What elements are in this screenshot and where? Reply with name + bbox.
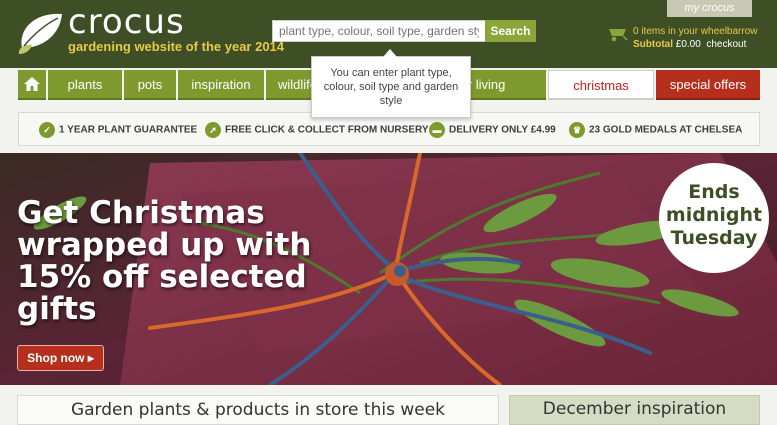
cart-items-count: 0 items in your wheelbarrow	[633, 26, 758, 37]
shop-now-button[interactable]: Shop now ▸	[17, 345, 104, 371]
wheelbarrow-cart[interactable]: 0 items in your wheelbarrow Subtotal £0.…	[604, 24, 764, 54]
december-inspiration-heading[interactable]: December inspiration	[509, 395, 760, 425]
subtotal-value: £0.00	[675, 39, 701, 50]
leaf-logo-icon	[18, 13, 62, 54]
usp-delivery[interactable]: ▬ DELIVERY ONLY £4.99	[429, 122, 556, 138]
tooltip-arrow	[383, 49, 397, 57]
search-button[interactable]: Search	[485, 20, 536, 42]
home-icon	[24, 77, 40, 91]
in-store-heading[interactable]: Garden plants & products in store this w…	[17, 395, 499, 425]
usp-guarantee[interactable]: ✓ 1 YEAR PLANT GUARANTEE	[39, 122, 197, 138]
nav-pots[interactable]: pots	[124, 70, 176, 100]
logo-wordmark: crocus	[68, 2, 185, 42]
site-logo[interactable]: crocus gardening website of the year 201…	[16, 2, 284, 62]
usp-click-collect[interactable]: ➚ FREE CLICK & COLLECT FROM NURSERY	[205, 122, 429, 138]
search-input[interactable]	[272, 20, 486, 42]
nav-christmas[interactable]: christmas	[548, 70, 654, 100]
nav-home[interactable]	[18, 70, 46, 100]
cursor-icon: ➚	[205, 122, 221, 138]
subtotal-label: Subtotal	[633, 39, 673, 50]
wheelbarrow-icon	[605, 29, 628, 42]
trophy-icon: ♛	[569, 122, 585, 138]
search-tooltip: You can enter plant type, colour, soil t…	[311, 56, 471, 118]
tick-icon: ✓	[39, 122, 55, 138]
search-bar: Search	[272, 20, 536, 42]
van-icon: ▬	[429, 122, 445, 138]
nav-inspiration[interactable]: inspiration	[178, 70, 264, 100]
usp-guarantee-label: 1 YEAR PLANT GUARANTEE	[59, 124, 198, 136]
nav-plants[interactable]: plants	[48, 70, 122, 100]
cart-subtotal: Subtotal £0.00 checkout	[633, 39, 746, 50]
usp-medals[interactable]: ♛ 23 GOLD MEDALS AT CHELSEA	[569, 122, 742, 138]
usp-click-collect-label: FREE CLICK & COLLECT FROM NURSERY	[225, 124, 429, 136]
logo-tagline: gardening website of the year 2014	[68, 39, 285, 54]
checkout-link[interactable]: checkout	[706, 39, 746, 50]
usp-delivery-label: DELIVERY ONLY £4.99	[449, 124, 556, 136]
ends-badge: Ends midnight Tuesday	[659, 163, 769, 273]
hero-headline: Get Christmas wrapped up with 15% off se…	[17, 195, 312, 327]
usp-medals-label: 23 GOLD MEDALS AT CHELSEA	[589, 124, 743, 136]
hero-banner[interactable]: Get Christmas wrapped up with 15% off se…	[0, 153, 777, 385]
my-crocus-link[interactable]: my crocus	[667, 0, 752, 17]
nav-special-offers[interactable]: special offers	[656, 70, 760, 100]
